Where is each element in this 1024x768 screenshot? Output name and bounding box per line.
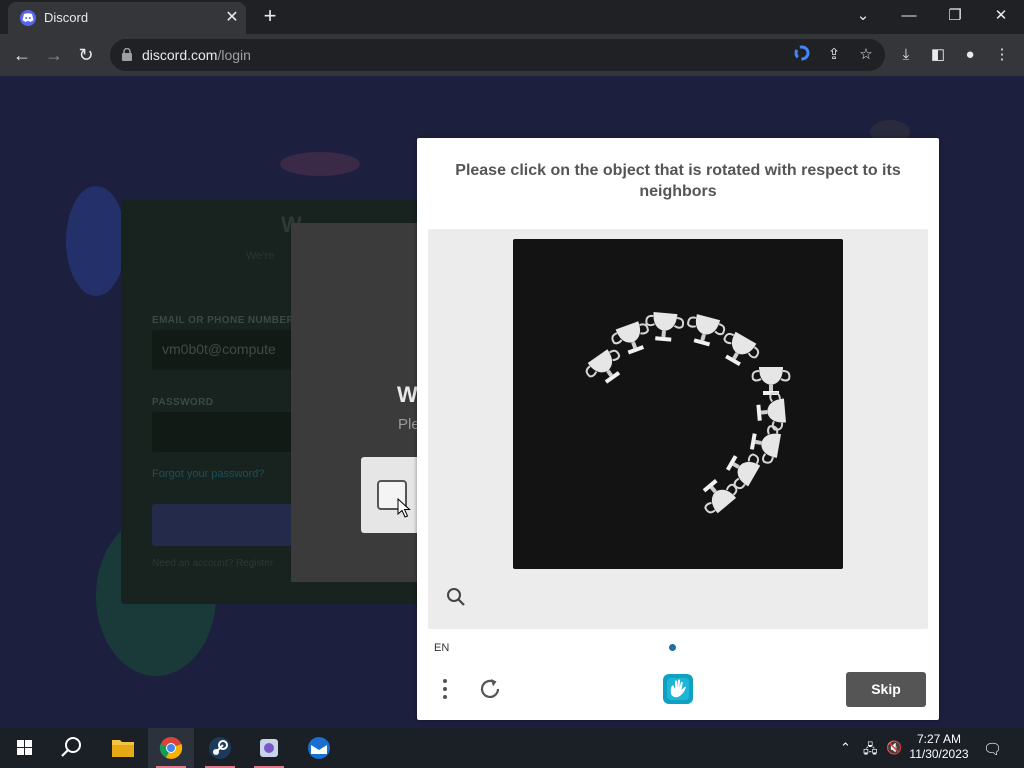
verification-title: W <box>397 382 418 407</box>
captcha-challenge-dialog: Please click on the object that is rotat… <box>417 138 939 720</box>
google-icon[interactable] <box>792 45 812 65</box>
forgot-password-link[interactable]: Forgot your password? <box>152 468 265 480</box>
download-icon[interactable]: ⤓ <box>895 44 917 66</box>
tab-strip: Discord ✕ + ⌄ — ❐ ✕ <box>0 0 1024 34</box>
address-bar[interactable]: discord.com/login ⇪ ☆ <box>110 39 885 71</box>
thunderbird-icon[interactable] <box>296 728 342 768</box>
language-selector[interactable]: EN <box>434 642 449 654</box>
background-illustration <box>66 186 126 296</box>
menu-dots-icon[interactable] <box>437 676 453 702</box>
minimize-icon[interactable]: — <box>895 4 923 28</box>
trophy-cup[interactable] <box>721 446 764 492</box>
new-tab-button[interactable]: + <box>258 5 282 29</box>
chrome-taskbar-icon[interactable] <box>148 728 194 768</box>
browser-toolbar: ← → ↻ discord.com/login ⇪ ☆ ⤓ ◧ ● ⋮ <box>0 34 1024 76</box>
show-hidden-icons[interactable]: ⌃ <box>840 740 851 756</box>
browser-tab[interactable]: Discord ✕ <box>8 2 246 34</box>
email-label: EMAIL OR PHONE NUMBER <box>152 315 295 326</box>
app-icon[interactable] <box>246 728 292 768</box>
zoom-icon[interactable] <box>446 587 466 607</box>
network-icon[interactable]: 🖧 <box>863 740 878 762</box>
forward-icon[interactable]: → <box>42 43 66 67</box>
reload-icon[interactable]: ↻ <box>74 43 98 67</box>
steam-icon[interactable] <box>197 728 243 768</box>
trophy-cup[interactable] <box>716 329 762 372</box>
lock-icon <box>122 48 132 61</box>
trophy-cup[interactable] <box>695 472 741 517</box>
system-clock[interactable]: 7:27 AM 11/30/2023 <box>906 732 972 762</box>
challenge-image[interactable] <box>513 239 843 569</box>
login-subtitle: We're <box>246 250 275 262</box>
close-tab-icon[interactable]: ✕ <box>222 8 242 28</box>
trophy-cup[interactable] <box>582 346 628 390</box>
background-illustration <box>280 152 360 176</box>
page-indicator-dot <box>669 644 676 651</box>
menu-kebab-icon[interactable]: ⋮ <box>991 44 1013 66</box>
challenge-prompt: Please click on the object that is rotat… <box>455 162 901 200</box>
taskbar: ⌃ 🖧 🔇 7:27 AM 11/30/2023 🗨 <box>0 728 1024 768</box>
bookmark-star-icon[interactable]: ☆ <box>856 45 876 65</box>
restore-icon[interactable]: ❐ <box>941 4 969 28</box>
hcaptcha-logo-icon <box>663 674 693 704</box>
file-explorer-icon[interactable] <box>100 728 146 768</box>
back-icon[interactable]: ← <box>10 43 34 67</box>
profile-icon[interactable]: ● <box>959 44 981 66</box>
trophy-cups-illustration[interactable] <box>513 239 843 569</box>
notifications-icon[interactable]: 🗨 <box>983 740 1002 758</box>
discord-icon <box>20 10 36 26</box>
tab-search-icon[interactable]: ⌄ <box>849 4 877 28</box>
trophy-cup[interactable] <box>684 312 727 349</box>
trophy-cup[interactable] <box>748 423 782 464</box>
register-link[interactable]: Need an account? Register <box>152 558 273 569</box>
trophy-cup[interactable] <box>751 367 791 395</box>
volume-muted-icon[interactable]: 🔇 <box>886 740 902 756</box>
password-label: PASSWORD <box>152 397 214 408</box>
side-panel-icon[interactable]: ◧ <box>927 44 949 66</box>
close-window-icon[interactable]: ✕ <box>987 4 1015 28</box>
mouse-cursor-icon <box>397 498 411 518</box>
challenge-task-area <box>428 229 928 629</box>
windows-start-icon[interactable] <box>2 728 48 768</box>
search-icon[interactable] <box>48 728 94 768</box>
refresh-icon[interactable] <box>477 676 503 702</box>
trophy-cup[interactable] <box>645 311 685 342</box>
tab-title: Discord <box>44 10 89 25</box>
url-text: discord.com/login <box>142 47 251 63</box>
skip-button[interactable]: Skip <box>846 672 926 707</box>
share-icon[interactable]: ⇪ <box>824 45 844 65</box>
